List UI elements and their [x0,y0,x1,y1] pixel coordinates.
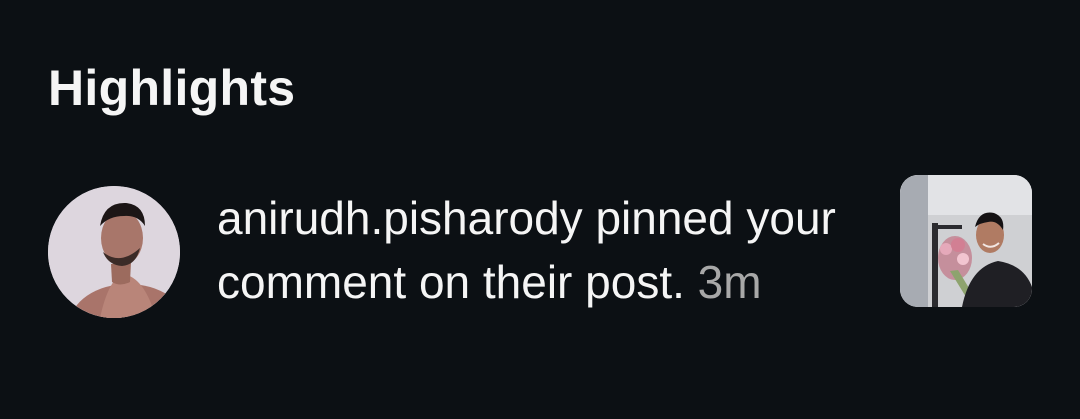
notification-text: anirudh.pisharody pinned your comment on… [217,186,877,314]
notification-item[interactable]: anirudh.pisharody pinned your comment on… [0,170,1080,390]
timestamp: 3m [697,256,762,308]
post-thumbnail[interactable] [900,175,1032,307]
section-title: Highlights [48,60,296,116]
avatar-photo-icon [48,186,180,318]
username-link[interactable]: anirudh.pisharody [217,192,583,244]
profile-avatar[interactable] [48,186,180,318]
post-photo-icon [900,175,1032,307]
